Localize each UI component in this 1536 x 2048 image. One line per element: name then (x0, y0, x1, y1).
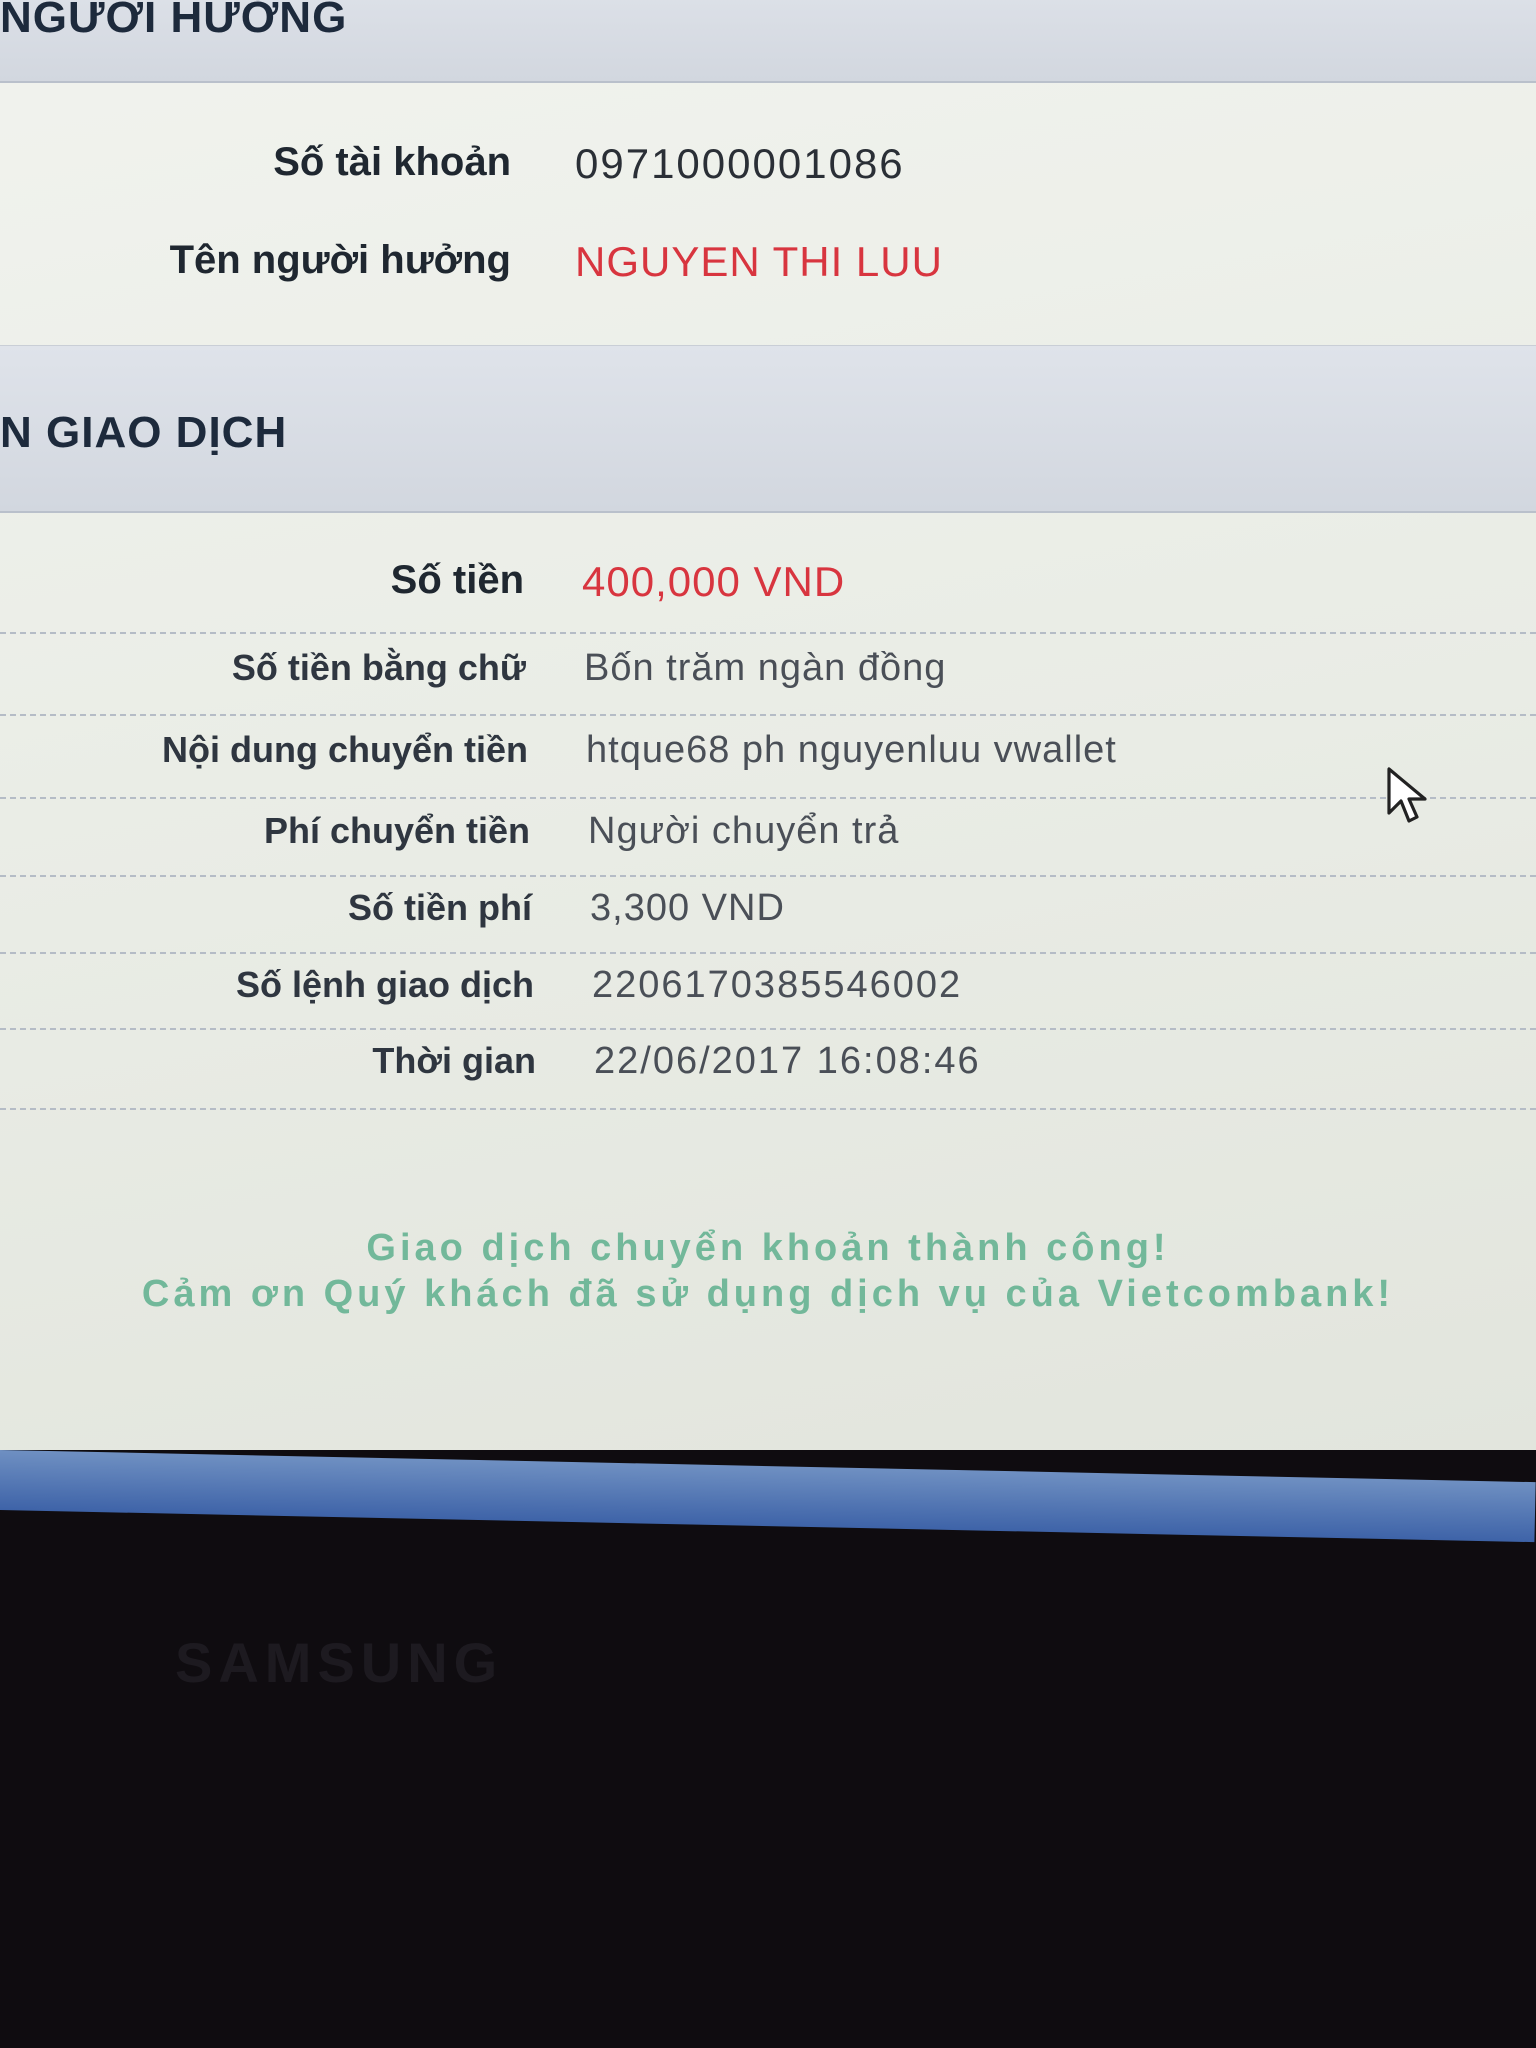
success-line-2: Cảm ơn Quý khách đã sử dụng dịch vụ của … (141, 1273, 1395, 1315)
time-value: 22/06/2017 16:08:46 (594, 1040, 981, 1082)
beneficiary-name-value: NGUYEN THI LUU (575, 238, 943, 285)
transfer-content-value: htque68 ph nguyenluu vwallet (586, 729, 1117, 771)
mouse-pointer-icon (1387, 767, 1427, 823)
success-message: Giao dịch chuyển khoản thành công! Cảm ơ… (0, 1225, 1536, 1317)
amount-in-words-label: Số tiền bằng chữ (231, 647, 526, 688)
row-divider (0, 714, 1536, 716)
transfer-fee-label: Phí chuyển tiền (263, 810, 530, 851)
row-divider (0, 1108, 1536, 1110)
time-row: Thời gian 22/06/2017 16:08:46 (0, 1040, 1536, 1100)
row-divider (0, 632, 1536, 634)
row-divider (0, 875, 1536, 877)
monitor-brand-logo: SAMSUNG (175, 1631, 504, 1694)
recipient-section-header: NGƯỜI HƯỞNG (0, 0, 1536, 83)
account-number-value: 0971000001086 (575, 140, 905, 187)
beneficiary-name-row: Tên người hưởng NGUYEN THI LUU (0, 238, 1536, 298)
amount-in-words-row: Số tiền bằng chữ Bốn trăm ngàn đồng (0, 647, 1536, 707)
account-number-label: Số tài khoản (273, 140, 511, 184)
order-number-value: 2206170385546002 (592, 964, 963, 1006)
amount-label: Số tiền (390, 558, 524, 602)
fee-amount-value: 3,300 VND (590, 887, 785, 929)
row-divider (0, 952, 1536, 954)
row-divider (0, 1028, 1536, 1030)
row-divider (0, 797, 1536, 799)
browser-viewport: NGƯỜI HƯỞNG Số tài khoản 0971000001086 T… (0, 0, 1536, 1450)
fee-amount-label: Số tiền phí (348, 887, 532, 928)
success-line-1: Giao dịch chuyển khoản thành công! (366, 1227, 1170, 1269)
transfer-content-row: Nội dung chuyển tiền htque68 ph nguyenlu… (0, 729, 1536, 789)
transfer-content-label: Nội dung chuyển tiền (162, 729, 528, 770)
transfer-fee-value: Người chuyển trả (588, 810, 900, 852)
amount-row: Số tiền 400,000 VND (0, 558, 1536, 618)
fee-amount-row: Số tiền phí 3,300 VND (0, 887, 1536, 947)
recipient-section-title: NGƯỜI HƯỞNG (0, 0, 348, 42)
order-number-label: Số lệnh giao dịch (235, 964, 534, 1005)
beneficiary-name-label: Tên người hưởng (169, 238, 511, 282)
amount-in-words-value: Bốn trăm ngàn đồng (584, 647, 947, 689)
transaction-section-header: N GIAO DỊCH (0, 345, 1536, 513)
transaction-section-title: N GIAO DỊCH (0, 408, 288, 457)
taskbar-strip (0, 1450, 1536, 1543)
time-label: Thời gian (372, 1040, 536, 1081)
transfer-fee-row: Phí chuyển tiền Người chuyển trả (0, 810, 1536, 870)
amount-value: 400,000 VND (582, 558, 846, 605)
order-number-row: Số lệnh giao dịch 2206170385546002 (0, 964, 1536, 1024)
account-number-row: Số tài khoản 0971000001086 (0, 140, 1536, 200)
